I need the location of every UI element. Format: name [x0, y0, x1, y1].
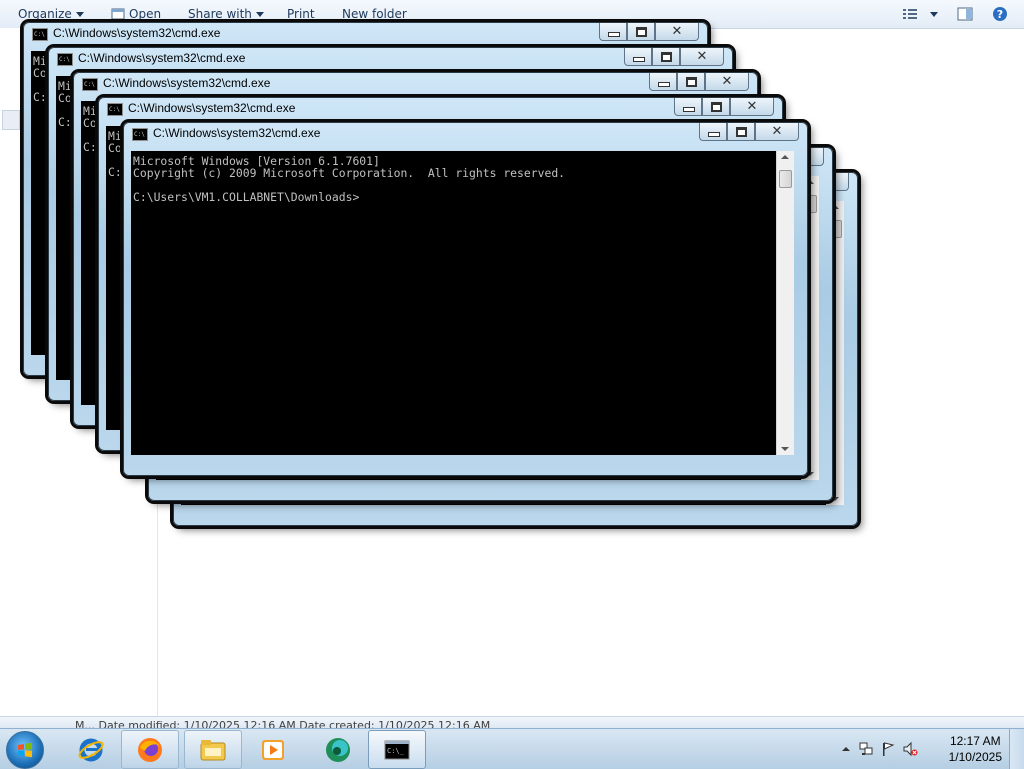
maximize-icon	[736, 127, 747, 137]
print-button[interactable]: Print	[287, 7, 315, 21]
volume-muted-icon[interactable]	[902, 741, 918, 757]
maximize-icon	[636, 27, 647, 37]
close-button[interactable]: ✕	[730, 98, 774, 116]
minimize-icon	[683, 107, 695, 112]
scroll-thumb[interactable]	[779, 170, 792, 188]
taskbar-app[interactable]	[309, 730, 367, 769]
open-button[interactable]: Open	[129, 7, 161, 21]
window-title: C:\Windows\system32\cmd.exe	[78, 51, 246, 65]
help-icon[interactable]: ?	[992, 6, 1008, 22]
system-tray: 12:17 AM 1/10/2025	[834, 729, 1024, 769]
minimize-button[interactable]	[599, 23, 627, 41]
close-icon: ✕	[696, 49, 708, 64]
clock-time: 12:17 AM	[949, 734, 1001, 748]
maximize-button[interactable]	[702, 98, 730, 116]
share-with-menu[interactable]: Share with	[188, 7, 264, 21]
close-button[interactable]: ✕	[680, 48, 724, 66]
window-controls: ✕	[649, 73, 749, 91]
title-bar[interactable]: C:\ C:\Windows\system32\cmd.exe ✕	[24, 23, 707, 45]
cmd-app-icon[interactable]: C:\	[82, 78, 98, 91]
minimize-button[interactable]	[674, 98, 702, 116]
taskbar-internet-explorer[interactable]	[62, 730, 120, 769]
windows-explorer-icon	[200, 740, 226, 761]
maximize-icon	[711, 102, 722, 112]
firefox-icon	[138, 738, 162, 762]
close-button[interactable]: ✕	[655, 23, 699, 41]
close-button[interactable]: ✕	[755, 123, 799, 141]
taskbar-cmd[interactable]: C:\_	[368, 730, 426, 769]
media-player-icon	[262, 740, 284, 760]
close-icon: ✕	[771, 124, 783, 139]
cmd-app-icon[interactable]: C:\	[57, 53, 73, 66]
minimize-icon	[608, 32, 620, 37]
chevron-down-icon	[255, 12, 264, 17]
console-output[interactable]: Microsoft Windows [Version 6.1.7601] Cop…	[131, 151, 776, 455]
action-center-flag-icon[interactable]	[880, 741, 896, 757]
minimize-button[interactable]	[649, 73, 677, 91]
view-dropdown-icon[interactable]	[930, 12, 938, 17]
nav-selected-item[interactable]	[2, 110, 20, 130]
maximize-button[interactable]	[727, 123, 755, 141]
scroll-up-icon[interactable]	[781, 155, 789, 159]
preview-pane-icon[interactable]	[957, 6, 973, 22]
taskbar-media-player[interactable]	[244, 730, 302, 769]
show-hidden-icons-icon[interactable]	[838, 741, 854, 757]
window-title: C:\Windows\system32\cmd.exe	[103, 76, 271, 90]
window-controls: ✕	[599, 23, 699, 41]
maximize-button[interactable]	[627, 23, 655, 41]
cmd-app-icon[interactable]: C:\	[32, 28, 48, 41]
window-controls: ✕	[699, 123, 799, 141]
internet-explorer-icon	[78, 738, 104, 762]
taskbar-firefox[interactable]	[121, 730, 179, 769]
window-controls: ✕	[624, 48, 724, 66]
minimize-button[interactable]	[699, 123, 727, 141]
svg-text:C:\_: C:\_	[387, 747, 405, 755]
cmd-app-icon[interactable]: C:\	[107, 103, 123, 116]
minimize-icon	[658, 82, 670, 87]
close-icon: ✕	[746, 99, 758, 114]
start-button[interactable]	[6, 731, 44, 769]
window-title: C:\Windows\system32\cmd.exe	[153, 126, 321, 140]
vertical-scrollbar[interactable]	[776, 151, 794, 455]
clock-date: 1/10/2025	[948, 750, 1002, 764]
view-options-icon[interactable]	[902, 6, 918, 22]
window-title: C:\Windows\system32\cmd.exe	[128, 101, 296, 115]
close-icon: ✕	[721, 74, 733, 89]
taskbar-windows-explorer[interactable]	[184, 730, 242, 769]
title-bar[interactable]: C:\ C:\Windows\system32\cmd.exe ✕	[124, 123, 807, 145]
window-title: C:\Windows\system32\cmd.exe	[53, 26, 221, 40]
cmd-icon: C:\_	[384, 740, 410, 760]
svg-text:?: ?	[997, 8, 1003, 21]
maximize-button[interactable]	[652, 48, 680, 66]
title-bar[interactable]: C:\ C:\Windows\system32\cmd.exe ✕	[74, 73, 757, 95]
close-button[interactable]: ✕	[705, 73, 749, 91]
maximize-button[interactable]	[677, 73, 705, 91]
cmd-window-7[interactable]: C:\ C:\Windows\system32\cmd.exe ✕ Micros…	[123, 122, 808, 476]
scroll-down-icon[interactable]	[781, 447, 789, 451]
close-icon: ✕	[671, 24, 683, 39]
console-text: Microsoft Windows [Version 6.1.7601] Cop…	[133, 154, 566, 204]
minimize-icon	[708, 132, 720, 137]
cmd-app-icon[interactable]: C:\	[132, 128, 148, 141]
new-folder-button[interactable]: New folder	[342, 7, 407, 21]
chevron-down-icon	[75, 12, 84, 17]
maximize-icon	[686, 77, 697, 87]
clock[interactable]: 12:17 AM 1/10/2025	[949, 733, 1002, 765]
open-icon	[111, 8, 125, 20]
show-desktop-button[interactable]	[1009, 729, 1024, 769]
network-icon[interactable]	[858, 741, 874, 757]
app-icon	[326, 738, 350, 762]
title-bar[interactable]: C:\ C:\Windows\system32\cmd.exe ✕	[49, 48, 732, 70]
taskbar: C:\_ 12:17 AM 1/10/2025	[0, 728, 1024, 769]
minimize-button[interactable]	[624, 48, 652, 66]
window-controls: ✕	[674, 98, 774, 116]
maximize-icon	[661, 52, 672, 62]
organize-menu[interactable]: Organize	[18, 7, 84, 21]
windows-logo-icon	[18, 742, 32, 758]
minimize-icon	[633, 57, 645, 62]
title-bar[interactable]: C:\ C:\Windows\system32\cmd.exe ✕	[99, 98, 782, 120]
